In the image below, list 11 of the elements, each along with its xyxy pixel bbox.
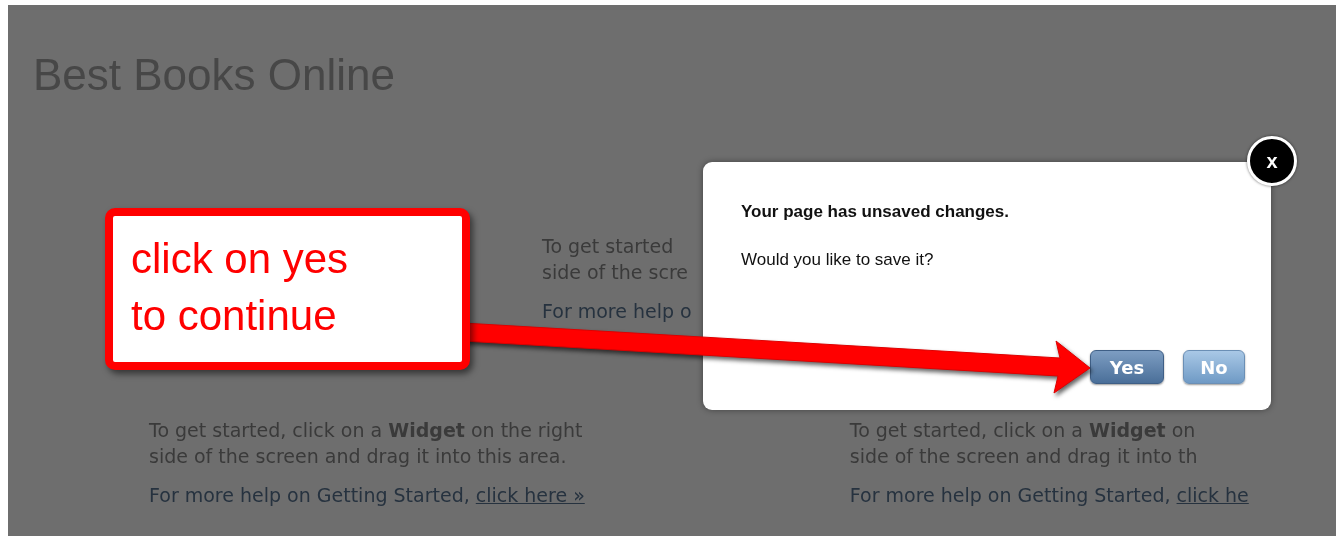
no-button[interactable]: No bbox=[1183, 350, 1245, 384]
callout-text: click on yes to continue bbox=[131, 234, 350, 341]
help-link[interactable]: click here » bbox=[475, 484, 585, 506]
help-link[interactable]: click he bbox=[1176, 484, 1249, 506]
yes-button[interactable]: Yes bbox=[1090, 350, 1164, 384]
help-text: For more help on Getting Started, click he bbox=[849, 483, 1249, 508]
dialog-heading: Your page has unsaved changes. bbox=[741, 202, 1010, 222]
close-button[interactable]: x bbox=[1247, 136, 1297, 186]
help-text: For more help o bbox=[542, 299, 692, 324]
dialog-message: Would you like to save it? bbox=[741, 250, 935, 270]
help-text: For more help on Getting Started, click here » bbox=[149, 483, 585, 508]
